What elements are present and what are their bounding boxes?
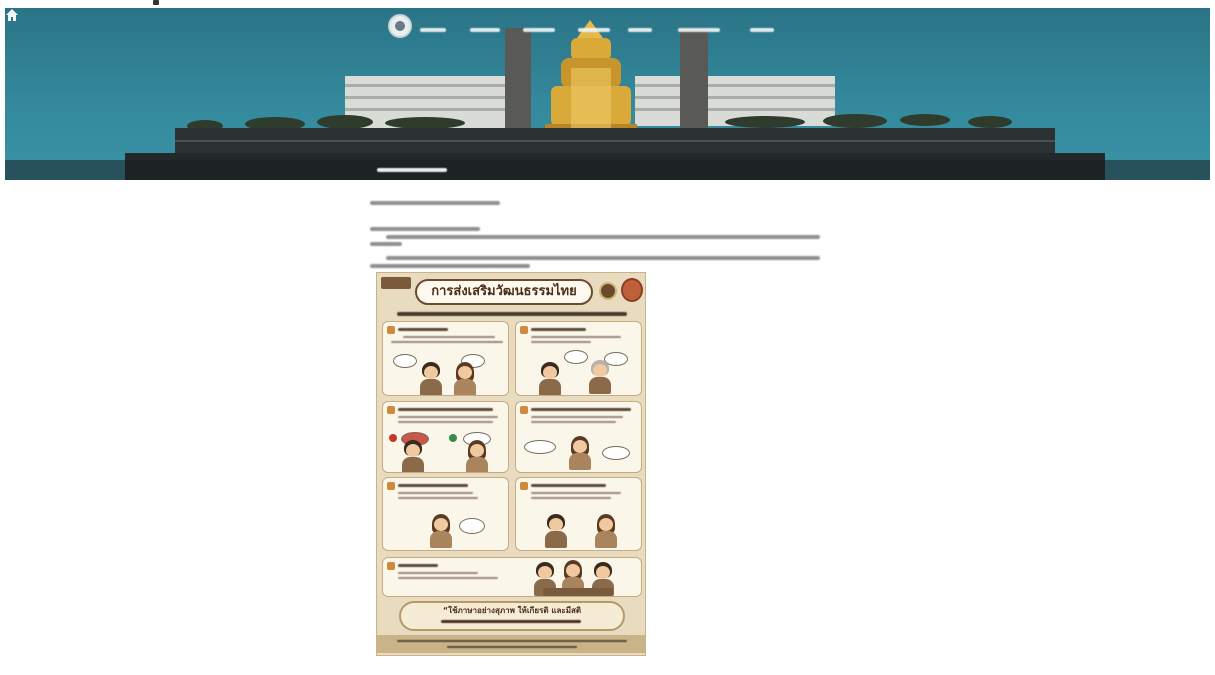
- footer-text: [397, 640, 627, 642]
- nav-item-label: [750, 28, 774, 32]
- article-title-line: [370, 201, 500, 205]
- tip-number-icon: [520, 326, 528, 334]
- nav-item-4[interactable]: [578, 21, 610, 39]
- tip-text: [398, 572, 478, 574]
- tip-panel-7: [382, 557, 642, 597]
- tip-number-icon: [387, 482, 395, 490]
- character: [538, 362, 562, 395]
- tip-panel-6: [515, 477, 642, 551]
- tip-panel-3: [382, 401, 509, 473]
- tip-number-icon: [520, 406, 528, 414]
- article-text-line: [386, 256, 820, 260]
- infographic-subtitle: [397, 312, 627, 316]
- speech-bubble: [564, 350, 588, 364]
- nav-item-5[interactable]: [628, 21, 652, 39]
- nav-item-6[interactable]: [678, 21, 720, 39]
- tip-text: [531, 341, 591, 343]
- tip-heading: [531, 484, 606, 487]
- tip-number-icon: [387, 326, 395, 334]
- header-banner: [5, 8, 1210, 180]
- tip-panel-5: [382, 477, 509, 551]
- article-text-line: [370, 242, 402, 246]
- correct-mark-icon: [449, 434, 457, 442]
- tip-heading: [398, 408, 493, 411]
- nav-item-7[interactable]: [750, 21, 774, 39]
- quote-text-line-2: [441, 620, 581, 623]
- nav-item-label: [523, 28, 555, 32]
- tip-number-icon: [520, 482, 528, 490]
- tip-heading: [398, 484, 468, 487]
- tip-text: [398, 497, 478, 499]
- character: [465, 440, 489, 472]
- nav-item-label: [578, 28, 610, 32]
- tip-text: [531, 336, 621, 338]
- character: [588, 360, 612, 394]
- tip-text: [398, 421, 493, 423]
- footer-text: [447, 646, 577, 648]
- emblem-icon: [599, 282, 617, 300]
- character: [453, 362, 477, 395]
- quote-banner: “ใช้ภาษาอย่างสุภาพ ให้เกียรติ และมีสติ: [399, 601, 625, 631]
- nav-item-label: [678, 28, 720, 32]
- tip-heading: [531, 328, 586, 331]
- mascot-avatar: [621, 278, 643, 302]
- home-icon[interactable]: [5, 8, 19, 22]
- speech-bubble: [393, 354, 417, 368]
- tip-heading: [531, 408, 631, 411]
- nav-item-3[interactable]: [523, 21, 555, 39]
- tip-text: [531, 497, 611, 499]
- infographic-title: การส่งเสริมวัฒนธรรมไทย: [415, 279, 593, 305]
- breadcrumb-link[interactable]: [377, 168, 447, 172]
- character: [568, 436, 592, 470]
- character: [401, 440, 425, 472]
- seal-logo-icon[interactable]: [388, 14, 412, 38]
- meeting-table: [543, 588, 613, 596]
- speech-bubble: [459, 518, 485, 534]
- article-text-line: [386, 235, 820, 239]
- character: [544, 514, 568, 548]
- tip-panel-2: [515, 321, 642, 396]
- character: [429, 514, 453, 548]
- article-body: [0, 0, 820, 268]
- nav-item-label: [420, 28, 446, 32]
- tip-text: [398, 492, 473, 494]
- character: [594, 514, 618, 548]
- nav-item-label: [470, 28, 500, 32]
- nav-item-1[interactable]: [420, 21, 446, 39]
- breadcrumb: [5, 160, 1210, 180]
- nav-item-2[interactable]: [470, 21, 500, 39]
- article-text-line: [370, 227, 480, 231]
- nav-item-label: [628, 28, 652, 32]
- top-edge-mark: [153, 0, 159, 5]
- speech-bubble: [524, 440, 556, 454]
- infographic-image: การส่งเสริมวัฒนธรรมไทย “ใช้ภาษาอย่างสุภา…: [376, 272, 646, 656]
- wrong-mark-icon: [389, 434, 397, 442]
- tip-text: [531, 492, 621, 494]
- tip-panel-1: [382, 321, 509, 396]
- tip-heading: [398, 564, 438, 567]
- infographic-footer: [377, 635, 645, 653]
- tip-text: [398, 416, 498, 418]
- tip-text: [531, 416, 623, 418]
- tip-panel-4: [515, 401, 642, 473]
- tip-text: [531, 421, 616, 423]
- speech-bubble: [602, 446, 630, 460]
- character: [419, 362, 443, 395]
- quote-text: “ใช้ภาษาอย่างสุภาพ ให้เกียรติ และมีสติ: [442, 606, 582, 615]
- tip-number-icon: [387, 562, 395, 570]
- tip-heading: [398, 328, 448, 331]
- tip-text: [398, 577, 498, 579]
- article-text-line: [370, 264, 530, 268]
- tip-number-icon: [387, 406, 395, 414]
- category-badge: [381, 277, 411, 289]
- tip-text: [403, 336, 495, 338]
- tip-text: [391, 341, 503, 343]
